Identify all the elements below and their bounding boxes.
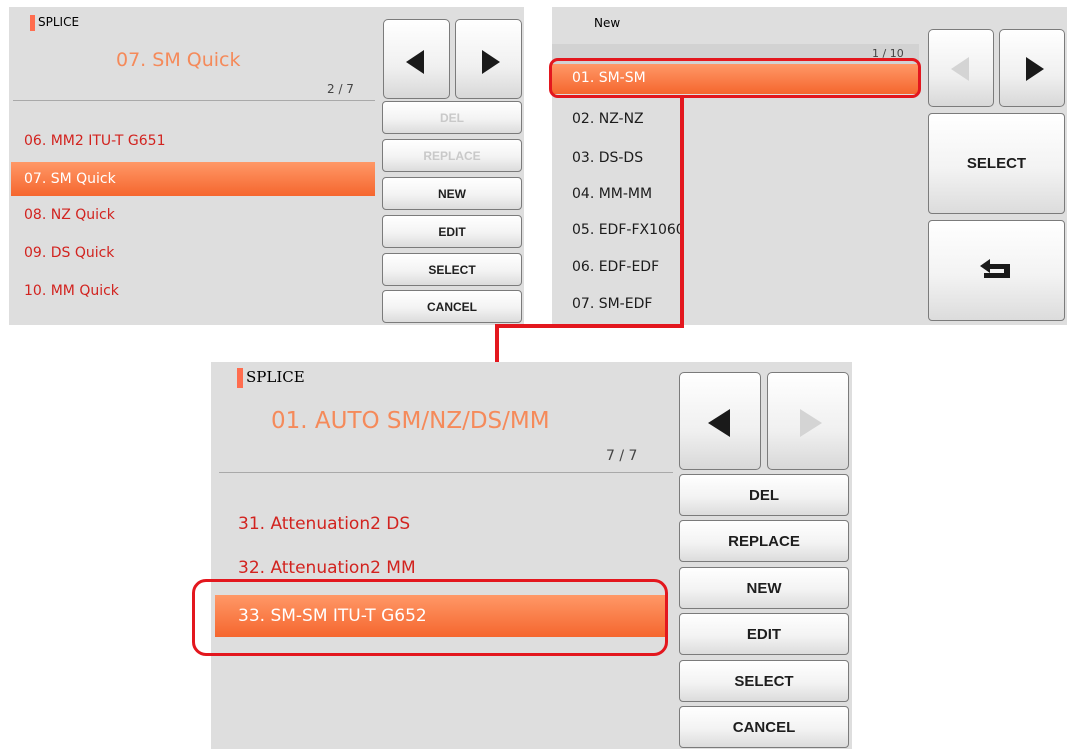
replace-button[interactable]: REPLACE [679,520,849,562]
highlight-box [192,579,668,656]
header-accent-bar [237,368,243,388]
prev-page-button[interactable] [679,372,761,470]
connector-line-vertical-1 [680,98,684,328]
header-accent-bar [30,15,35,31]
list-item[interactable]: 31. Attenuation2 DS [238,514,410,534]
page-indicator: 7 / 7 [606,448,638,464]
list-item[interactable]: 03. DS-DS [572,150,643,166]
select-button[interactable]: SELECT [679,660,849,702]
back-button[interactable] [928,220,1065,321]
separator [13,100,375,101]
del-button[interactable]: DEL [679,474,849,516]
new-button[interactable]: NEW [679,567,849,609]
list-item[interactable]: 32. Attenuation2 MM [238,558,416,578]
page-indicator: 2 / 7 [327,82,354,96]
edit-button[interactable]: EDIT [382,215,522,248]
separator [219,472,673,473]
prev-page-button[interactable] [383,19,450,99]
splice-mode-panel-1: SPLICE 07. SM Quick 2 / 7 06. MM2 ITU-T … [9,7,524,325]
replace-button[interactable]: REPLACE [382,139,522,172]
select-button[interactable]: SELECT [382,253,522,286]
arrow-left-icon [406,50,424,74]
list-item[interactable]: 09. DS Quick [24,245,114,261]
mode-title: 07. SM Quick [116,49,241,71]
return-icon [979,258,1010,278]
cancel-button[interactable]: CANCEL [382,290,522,323]
mode-title: 01. AUTO SM/NZ/DS/MM [271,408,550,434]
list-item[interactable]: 02. NZ-NZ [572,111,644,127]
header-label: New [594,16,621,30]
edit-button[interactable]: EDIT [679,613,849,655]
highlight-box [549,58,921,98]
list-item[interactable]: 04. MM-MM [572,186,652,202]
new-mode-panel: New 1 / 10 01. SM-SM 02. NZ-NZ 03. DS-DS… [552,7,1067,325]
arrow-right-icon [1026,57,1044,81]
select-button[interactable]: SELECT [928,113,1065,214]
cancel-button[interactable]: CANCEL [679,706,849,748]
list-item[interactable]: 10. MM Quick [24,283,119,299]
del-button[interactable]: DEL [382,101,522,134]
arrow-left-icon [708,409,730,437]
list-item[interactable]: 07. SM-EDF [572,296,652,312]
new-button[interactable]: NEW [382,177,522,210]
prev-page-button[interactable] [928,29,994,107]
list-item[interactable]: 06. MM2 ITU-T G651 [24,133,166,149]
header-label: SPLICE [246,368,305,386]
arrow-right-icon [800,409,822,437]
splice-mode-panel-2: SPLICE 01. AUTO SM/NZ/DS/MM 7 / 7 31. At… [211,362,852,749]
list-item[interactable]: 05. EDF-FX1060 [572,222,685,238]
arrow-left-icon [951,57,969,81]
list-item[interactable]: 08. NZ Quick [24,207,115,223]
connector-line-horizontal [495,324,684,328]
next-page-button[interactable] [455,19,522,99]
next-page-button[interactable] [999,29,1065,107]
list-item[interactable]: 06. EDF-EDF [572,259,659,275]
next-page-button[interactable] [767,372,849,470]
header-label: SPLICE [38,15,80,29]
arrow-right-icon [482,50,500,74]
list-item-selected-label: 07. SM Quick [24,171,116,187]
